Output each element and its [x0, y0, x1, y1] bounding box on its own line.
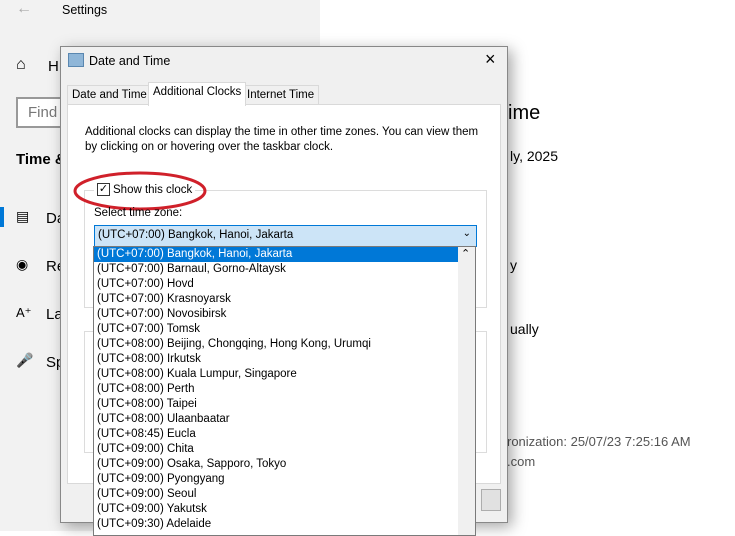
active-indicator [0, 207, 4, 227]
time-zone-option[interactable]: (UTC+07:00) Bangkok, Hanoi, Jakarta [94, 247, 458, 262]
time-zone-option[interactable]: (UTC+07:00) Tomsk [94, 322, 475, 337]
current-date: ly, 2025 [510, 148, 558, 164]
microphone-icon: 🎤 [16, 352, 34, 368]
time-zone-option[interactable]: (UTC+08:00) Ulaanbaatar [94, 412, 475, 427]
home-icon: ⌂ [16, 56, 26, 73]
section-title: Time & [16, 151, 66, 168]
time-zone-option[interactable]: (UTC+08:00) Beijing, Chongqing, Hong Kon… [94, 337, 475, 352]
time-server: .com [507, 454, 536, 469]
time-zone-option[interactable]: (UTC+08:00) Perth [94, 382, 475, 397]
red-annotation-circle [73, 171, 207, 211]
time-zone-option[interactable]: (UTC+08:00) Kuala Lumpur, Singapore [94, 367, 475, 382]
calendar-clock-icon: ▤ [16, 208, 30, 224]
time-zone-dropdown-list[interactable]: (UTC+07:00) Bangkok, Hanoi, Jakarta (UTC+… [93, 246, 476, 536]
settings-title: Settings [62, 3, 108, 17]
setting-text-2: ually [510, 321, 539, 337]
time-zone-combobox[interactable]: (UTC+07:00) Bangkok, Hanoi, Jakarta ⌄ [94, 225, 477, 247]
back-arrow-icon[interactable]: ← [16, 0, 32, 18]
close-icon[interactable]: × [485, 49, 496, 70]
select-time-zone-label: Select time zone: [94, 207, 183, 219]
language-icon: A⁺ [16, 305, 32, 320]
setting-text-1: y [510, 257, 517, 273]
tab-internet-time[interactable]: Internet Time [242, 85, 320, 105]
date-time-app-icon [68, 53, 84, 67]
time-zone-option[interactable]: (UTC+07:00) Krasnoyarsk [94, 292, 475, 307]
sidebar-home[interactable]: H [48, 58, 59, 75]
time-zone-option[interactable]: (UTC+07:00) Barnaul, Gorno-Altaysk [94, 262, 475, 277]
chevron-down-icon: ⌄ [462, 228, 471, 239]
time-zone-option[interactable]: (UTC+09:00) Osaka, Sapporo, Tokyo [94, 457, 475, 472]
time-zone-option[interactable]: (UTC+08:45) Eucla [94, 427, 475, 442]
description-text: Additional clocks can display the time i… [85, 126, 479, 153]
apply-button[interactable] [481, 489, 501, 511]
last-sync: ronization: 25/07/23 7:25:16 AM [507, 434, 691, 449]
dialog-title: Date and Time [89, 54, 171, 68]
time-zone-option[interactable]: (UTC+09:30) Adelaide [94, 517, 475, 532]
time-zone-option[interactable]: (UTC+09:00) Seoul [94, 487, 475, 502]
combobox-value: (UTC+07:00) Bangkok, Hanoi, Jakarta [98, 229, 294, 241]
time-zone-option[interactable]: (UTC+09:00) Yakutsk [94, 502, 475, 517]
time-zone-option[interactable]: (UTC+09:00) Pyongyang [94, 472, 475, 487]
scrollbar[interactable]: ⌃ [458, 247, 475, 535]
time-zone-option[interactable]: (UTC+07:00) Hovd [94, 277, 475, 292]
time-zone-option[interactable]: (UTC+07:00) Novosibirsk [94, 307, 475, 322]
time-zone-option[interactable]: (UTC+09:00) Chita [94, 442, 475, 457]
tab-date-and-time[interactable]: Date and Time [67, 85, 152, 105]
search-placeholder: Find [28, 104, 58, 121]
tab-additional-clocks[interactable]: Additional Clocks [148, 82, 247, 106]
time-zone-option[interactable]: (UTC+08:00) Irkutsk [94, 352, 475, 367]
region-icon: ◉ [16, 256, 29, 272]
page-heading: ime [508, 102, 541, 124]
time-zone-option[interactable]: (UTC+08:00) Taipei [94, 397, 475, 412]
scroll-up-icon[interactable]: ⌃ [461, 247, 470, 260]
